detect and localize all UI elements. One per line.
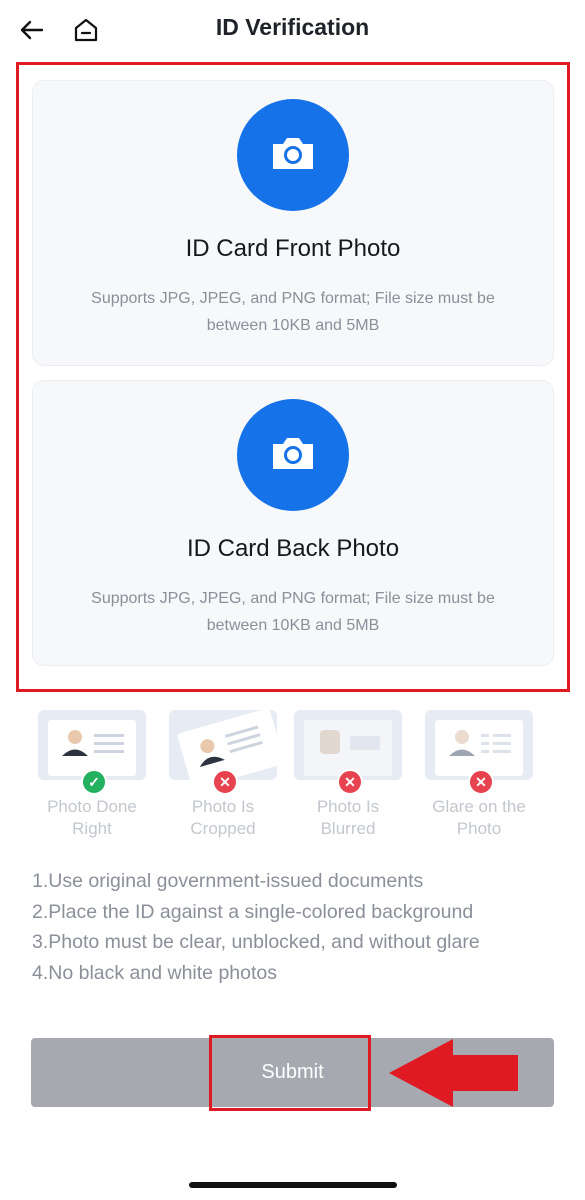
example-label: Photo Is Cropped	[167, 796, 279, 840]
example-label: Glare on the Photo	[423, 796, 535, 840]
highlight-box-submit	[209, 1035, 371, 1111]
home-indicator[interactable]	[189, 1182, 397, 1188]
close-icon: ✕	[468, 769, 494, 795]
requirement-item: 2.Place the ID against a single-colored …	[32, 900, 474, 923]
example-label-line: Photo Is	[316, 797, 380, 816]
example-label-line: Cropped	[190, 819, 256, 838]
highlight-box-upload	[16, 62, 570, 692]
example-label-line: Photo Done	[47, 797, 137, 816]
close-icon: ✕	[337, 769, 363, 795]
requirement-item: 3.Photo must be clear, unblocked, and wi…	[32, 931, 480, 953]
check-icon: ✓	[81, 769, 107, 795]
arrow-left-pointer-icon	[389, 1039, 518, 1107]
example-label-line: Blurred	[320, 819, 376, 838]
close-icon: ✕	[212, 769, 238, 795]
example-label-line: Glare on the	[432, 797, 526, 816]
page-title: ID Verification	[215, 14, 370, 40]
example-label: Photo Is Blurred	[292, 796, 404, 840]
example-label: Photo Done Right	[36, 796, 148, 840]
requirement-item: 4.No black and white photos	[32, 961, 277, 984]
top-bar: ID Verification	[0, 0, 585, 60]
example-label-line: Right	[72, 819, 112, 838]
requirements-list: 1.Use original government-issued documen…	[32, 866, 562, 988]
example-label-line: Photo	[456, 819, 502, 838]
example-label-line: Photo Is	[191, 797, 255, 816]
requirement-item: 1.Use original government-issued documen…	[32, 870, 424, 892]
